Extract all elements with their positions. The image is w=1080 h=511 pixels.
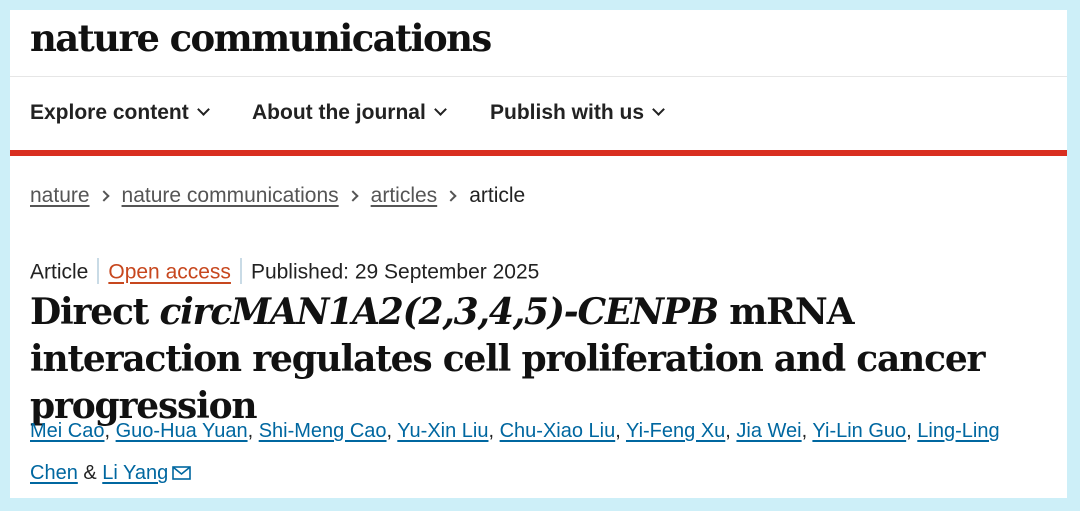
mail-icon[interactable]	[172, 466, 192, 480]
author-separator: ,	[488, 420, 500, 442]
author-separator: ,	[725, 420, 737, 442]
article-card: nature communications Explore content Ab…	[10, 10, 1067, 498]
author-link[interactable]: Yu-Xin Liu	[397, 420, 488, 442]
author-link[interactable]: Guo-Hua Yuan	[116, 420, 248, 442]
author-link[interactable]: Chu-Xiao Liu	[500, 420, 616, 442]
main-nav: Explore content About the journal Publis…	[10, 77, 1067, 150]
author-separator: ,	[247, 420, 259, 442]
article-title: Direct circMAN1A2(2,3,4,5)-CENPB mRNA in…	[30, 289, 1050, 430]
breadcrumb-nature-communications[interactable]: nature communications	[122, 184, 339, 207]
open-access-link[interactable]: Open access	[108, 261, 231, 284]
nav-publish-with-us-label: Publish with us	[490, 101, 645, 124]
article-meta: Article Open access Published: 29 Septembe…	[30, 258, 540, 286]
breadcrumb-nature[interactable]: nature	[30, 184, 90, 207]
accent-bar	[10, 150, 1067, 156]
corresponding-author-link[interactable]: Li Yang	[102, 462, 168, 484]
author-link[interactable]: Yi-Lin Guo	[812, 420, 906, 442]
author-joiner: &	[77, 462, 103, 484]
nav-about-the-journal[interactable]: About the journal	[252, 101, 447, 125]
meta-divider	[97, 258, 100, 284]
chevron-right-icon	[346, 190, 359, 202]
author-link[interactable]: Shi-Meng Cao	[259, 420, 387, 442]
breadcrumb-current: article	[469, 184, 526, 207]
author-separator: ,	[906, 420, 918, 442]
journal-logo[interactable]: nature communications	[30, 16, 492, 60]
chevron-right-icon	[445, 190, 457, 202]
nav-about-the-journal-label: About the journal	[252, 101, 426, 124]
author-list: Mei Cao, Guo-Hua Yuan, Shi-Meng Cao, Yu-…	[30, 410, 1050, 494]
chevron-down-icon	[433, 103, 447, 116]
breadcrumb-articles[interactable]: articles	[371, 184, 438, 207]
nav-publish-with-us[interactable]: Publish with us	[490, 101, 665, 125]
chevron-down-icon	[652, 103, 665, 116]
breadcrumb: nature nature communications articles artic…	[30, 184, 525, 208]
author-separator: ,	[104, 420, 116, 442]
author-separator: ,	[386, 420, 398, 442]
author-link[interactable]: Yi-Feng Xu	[626, 420, 725, 442]
title-prefix: Direct	[30, 291, 160, 333]
chevron-right-icon	[97, 190, 110, 202]
author-link[interactable]: Jia Wei	[736, 420, 801, 442]
title-gene-name: circMAN1A2(2,3,4,5)-CENPB	[159, 291, 719, 333]
author-separator: ,	[801, 420, 813, 442]
chevron-down-icon	[196, 103, 210, 116]
masthead: nature communications	[10, 10, 1067, 77]
nav-explore-content-label: Explore content	[30, 101, 189, 124]
nav-explore-content[interactable]: Explore content	[30, 101, 210, 125]
meta-divider	[239, 258, 242, 284]
published-date: Published: 29 September 2025	[250, 260, 540, 284]
article-type: Article	[30, 260, 89, 284]
author-link[interactable]: Mei Cao	[30, 420, 104, 442]
author-separator: ,	[615, 420, 626, 442]
